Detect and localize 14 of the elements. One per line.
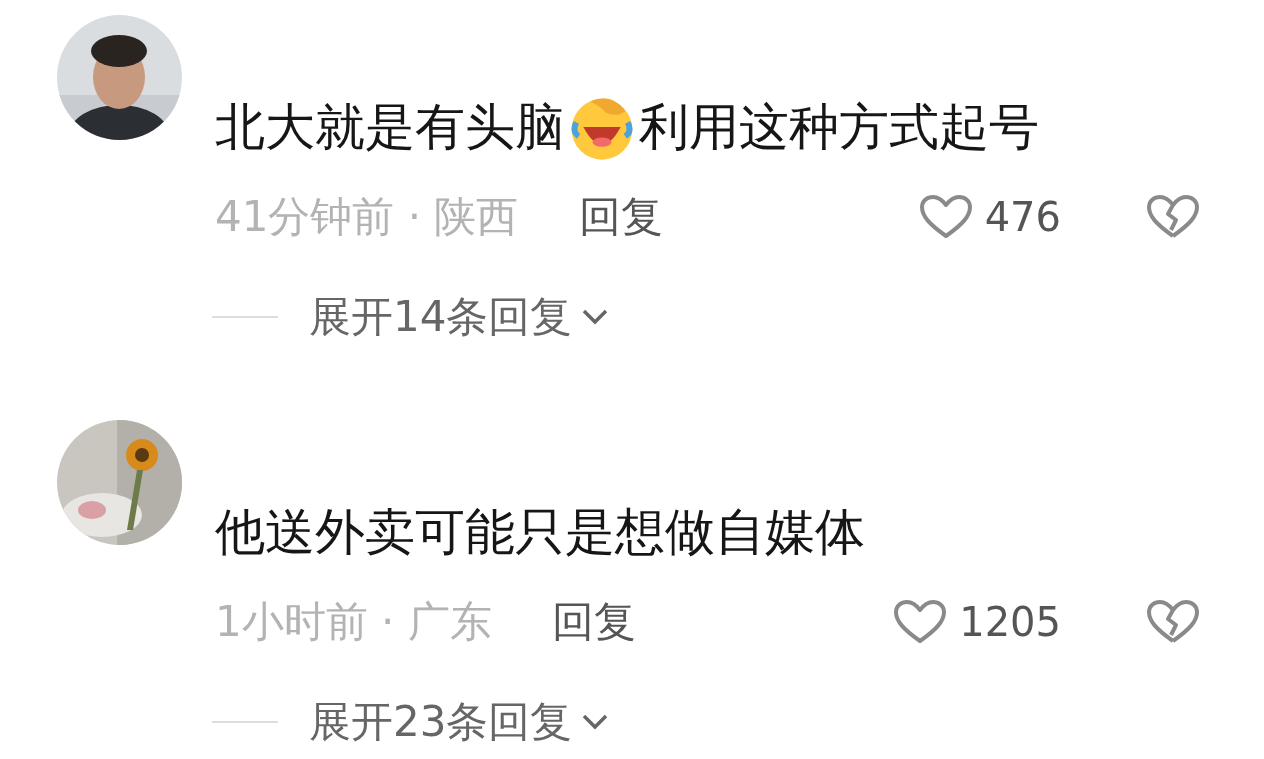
heart-icon[interactable] <box>893 599 948 645</box>
broken-heart-icon[interactable] <box>1146 599 1200 645</box>
like-count: 1205 <box>959 599 1061 645</box>
expand-replies-link[interactable]: 展开14条回复 <box>309 289 611 345</box>
comment-text: 北大就是有头脑 利用这种方式起号 <box>215 97 1039 157</box>
time-location: 1小时前 · 广东 <box>215 596 492 648</box>
heart-icon[interactable] <box>918 194 973 240</box>
expand-replies-link[interactable]: 展开23条回复 <box>309 694 611 750</box>
broken-heart-icon[interactable] <box>1146 194 1200 240</box>
like-count: 476 <box>984 194 1061 240</box>
time-location: 41分钟前 · 陕西 <box>215 191 519 243</box>
comment-text: 他送外卖可能只是想做自媒体 <box>215 502 865 562</box>
reply-link[interactable]: 回复 <box>578 189 663 245</box>
reply-link[interactable]: 回复 <box>551 594 636 650</box>
